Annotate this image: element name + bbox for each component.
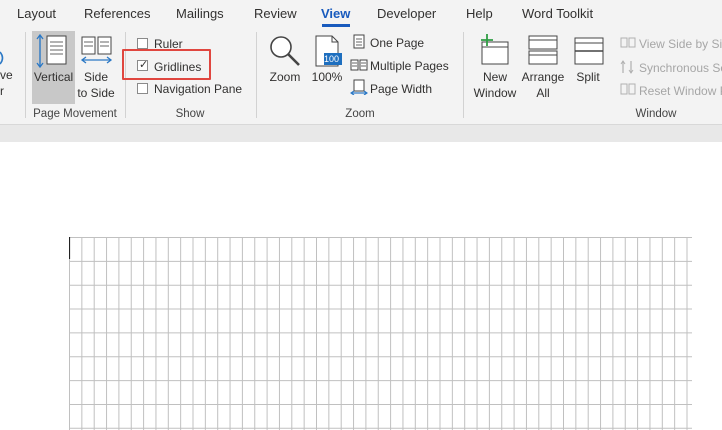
new-window-label-1[interactable]: New	[472, 69, 518, 85]
navigation-pane-checkbox[interactable]	[137, 83, 148, 94]
arrange-all-icon[interactable]	[527, 34, 559, 66]
group-separator	[463, 32, 464, 118]
group-label-window: Window	[635, 108, 677, 120]
page-width-label[interactable]: Page Width	[370, 82, 432, 96]
view-side-by-side-icon	[620, 37, 636, 48]
tab-word-toolkit[interactable]: Word Toolkit	[522, 6, 593, 21]
group-label-show: Show	[175, 108, 205, 120]
ribbon: ve r Vertical Side to Side Page Movement…	[0, 28, 722, 125]
reset-window-position-label: Reset Window P	[639, 84, 722, 98]
active-tab-indicator	[322, 24, 350, 27]
page-width-icon	[350, 79, 368, 95]
split-label[interactable]: Split	[570, 69, 606, 85]
tab-view[interactable]: View	[321, 6, 350, 21]
view-side-by-side-label: View Side by Sic	[639, 37, 722, 51]
group-label-page-movement: Page Movement	[33, 108, 117, 120]
focus-icon	[0, 51, 4, 65]
document-page[interactable]	[0, 142, 722, 430]
hundred-percent-label[interactable]: 100%	[308, 69, 346, 85]
vertical-scroll-icon	[36, 33, 67, 69]
multiple-pages-icon	[350, 59, 368, 71]
synchronous-scrolling-icon	[620, 60, 634, 74]
document-background	[0, 125, 722, 142]
tab-review[interactable]: Review	[254, 6, 297, 21]
arrange-all-label-1[interactable]: Arrange	[520, 69, 566, 85]
group-separator	[256, 32, 257, 118]
ribbon-tab-bar: Layout References Mailings Review View D…	[0, 0, 722, 28]
side-to-side-label-2[interactable]: to Side	[76, 85, 116, 101]
tab-developer[interactable]: Developer	[377, 6, 436, 21]
new-window-icon[interactable]	[477, 34, 513, 66]
tab-references[interactable]: References	[84, 6, 150, 21]
hundred-icon-text: 100	[324, 54, 340, 64]
tab-mailings[interactable]: Mailings	[176, 6, 224, 21]
synchronous-scrolling-label: Synchronous Sc	[639, 61, 722, 75]
group-label-zoom: Zoom	[345, 108, 375, 120]
one-page-icon	[353, 34, 365, 49]
edge-fragment-label-1: ve	[0, 68, 13, 82]
multiple-pages-label[interactable]: Multiple Pages	[370, 59, 449, 73]
side-to-side-icon	[80, 36, 113, 64]
zoom-label[interactable]: Zoom	[264, 69, 306, 85]
vertical-label: Vertical	[33, 70, 74, 84]
reset-window-position-icon	[620, 83, 636, 95]
tab-help[interactable]: Help	[466, 6, 493, 21]
gridlines-area	[69, 237, 692, 430]
side-to-side-label-1[interactable]: Side	[76, 69, 116, 85]
one-page-label[interactable]: One Page	[370, 36, 424, 50]
group-separator	[25, 32, 26, 118]
magnifier-icon[interactable]	[267, 34, 303, 68]
tab-layout[interactable]: Layout	[17, 6, 56, 21]
arrange-all-label-2[interactable]: All	[520, 85, 566, 101]
ruler-checkbox[interactable]	[137, 38, 148, 49]
gridlines-highlight-box	[122, 49, 211, 80]
navigation-pane-label[interactable]: Navigation Pane	[154, 82, 242, 96]
split-icon[interactable]	[573, 34, 605, 66]
edge-fragment-label-2: r	[0, 84, 4, 98]
new-window-label-2[interactable]: Window	[472, 85, 518, 101]
